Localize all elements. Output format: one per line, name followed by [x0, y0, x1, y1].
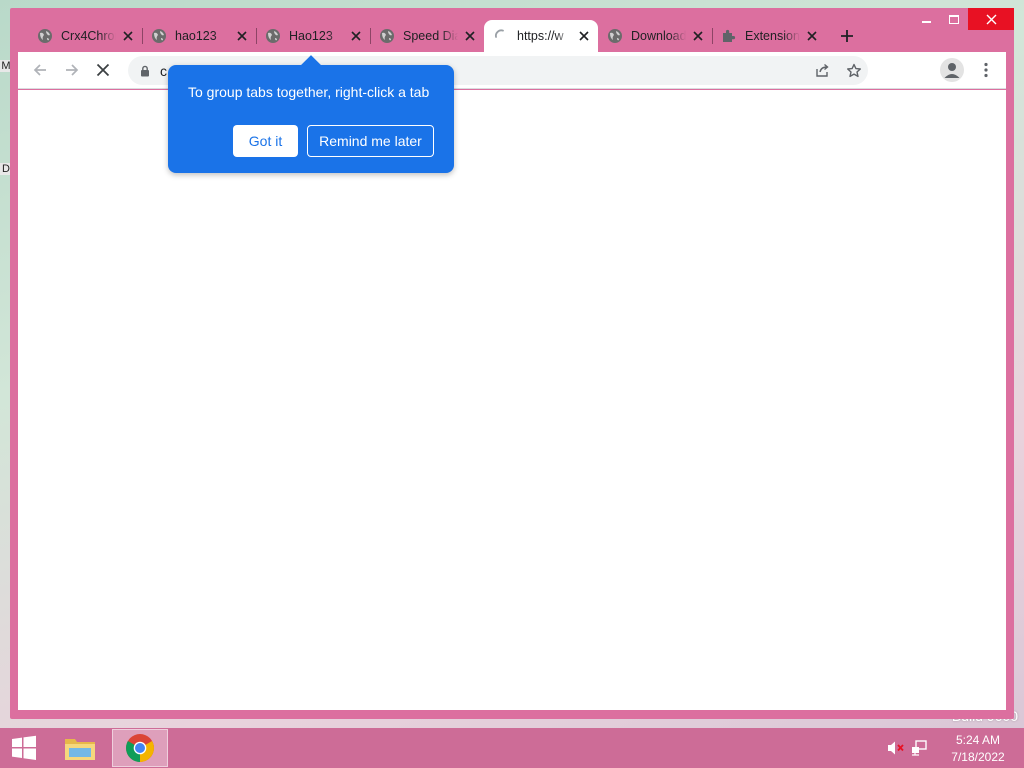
globe-icon — [379, 28, 395, 44]
back-button[interactable] — [26, 56, 54, 84]
volume-muted-button[interactable] — [884, 728, 908, 768]
close-window-button[interactable] — [968, 8, 1014, 30]
browser-window: Crx4Chrome hao123 Hao123 Speed Dial http… — [10, 8, 1014, 719]
promo-message: To group tabs together, right-click a ta… — [188, 84, 430, 100]
tab-title: Crx4Chrome — [61, 29, 116, 43]
chrome-icon — [126, 734, 154, 762]
clock-time: 5:24 AM — [955, 732, 1001, 747]
back-arrow-icon — [33, 64, 46, 76]
close-tab-icon[interactable] — [348, 28, 364, 44]
got-it-button[interactable]: Got it — [233, 125, 298, 157]
network-icon — [912, 740, 927, 756]
globe-icon — [607, 28, 623, 44]
maximize-button[interactable] — [940, 8, 968, 30]
taskbar-chrome[interactable] — [112, 729, 168, 767]
taskbar-clock[interactable]: 5:24 AM 7/18/2022 — [932, 731, 1024, 766]
windows-logo-icon — [12, 735, 36, 760]
forward-button[interactable] — [58, 56, 86, 84]
lock-icon — [141, 65, 149, 76]
share-icon — [815, 63, 829, 77]
tab-title: Speed Dial — [403, 29, 458, 43]
forward-arrow-icon — [66, 64, 79, 76]
close-tab-icon[interactable] — [234, 28, 250, 44]
tab-groups-promo-bubble: To group tabs together, right-click a ta… — [168, 65, 454, 173]
close-tab-icon[interactable] — [576, 28, 592, 44]
close-tab-icon[interactable] — [462, 28, 478, 44]
kebab-menu-icon — [984, 62, 988, 78]
stop-loading-button[interactable] — [89, 56, 117, 84]
globe-icon — [151, 28, 167, 44]
browser-menu-button[interactable] — [972, 56, 1000, 84]
tab-crx4chrome[interactable]: Crx4Chrome — [28, 20, 142, 52]
tab-active-loading[interactable]: https://w — [484, 20, 598, 52]
tab-speed-dial[interactable]: Speed Dial — [370, 20, 484, 52]
window-controls — [912, 8, 1014, 34]
tab-hao123[interactable]: hao123 — [142, 20, 256, 52]
plus-icon — [841, 30, 853, 42]
tab-hao123-2[interactable]: Hao123 — [256, 20, 370, 52]
close-tab-icon[interactable] — [690, 28, 706, 44]
promo-actions: Got it Remind me later — [233, 125, 434, 157]
close-icon — [986, 14, 996, 24]
bookmark-star-icon — [847, 63, 861, 77]
maximize-icon — [949, 14, 959, 24]
tab-title: Download — [631, 29, 686, 43]
speaker-muted-icon — [888, 741, 904, 755]
tab-title: https://w — [517, 29, 564, 43]
profile-avatar-icon — [940, 58, 964, 82]
tab-strip: Crx4Chrome hao123 Hao123 Speed Dial http… — [28, 20, 863, 52]
remind-me-later-button[interactable]: Remind me later — [307, 125, 434, 157]
page-content[interactable] — [18, 90, 1006, 710]
puzzle-icon — [721, 28, 737, 44]
globe-icon — [265, 28, 281, 44]
new-tab-button[interactable] — [831, 20, 863, 52]
tab-extensions[interactable]: Extensions — [712, 20, 826, 52]
taskbar-file-explorer[interactable] — [52, 729, 108, 767]
system-tray: 5:24 AM 7/18/2022 — [884, 728, 1024, 768]
minimize-button[interactable] — [912, 8, 940, 30]
taskbar: 5:24 AM 7/18/2022 — [0, 728, 1024, 768]
bookmark-button[interactable] — [840, 57, 868, 85]
toolbar-right — [938, 56, 1000, 84]
loading-spinner-icon — [493, 28, 509, 44]
profile-button[interactable] — [938, 56, 966, 84]
tab-title: Hao123 — [289, 29, 333, 43]
browser-toolbar: c — [18, 52, 1006, 89]
url-text[interactable]: c — [160, 63, 167, 79]
network-button[interactable] — [908, 728, 932, 768]
omnibox-actions — [808, 56, 868, 85]
tab-download[interactable]: Download — [598, 20, 712, 52]
minimize-icon — [921, 21, 931, 23]
tab-title: Extensions — [745, 29, 800, 43]
stop-loading-icon — [96, 63, 110, 77]
close-tab-icon[interactable] — [120, 28, 136, 44]
share-button[interactable] — [808, 57, 836, 85]
globe-icon — [37, 28, 53, 44]
start-button[interactable] — [0, 728, 48, 768]
tab-title: hao123 — [175, 29, 217, 43]
close-tab-icon[interactable] — [804, 28, 820, 44]
clock-date: 7/18/2022 — [951, 749, 1005, 764]
folder-icon — [65, 739, 95, 760]
